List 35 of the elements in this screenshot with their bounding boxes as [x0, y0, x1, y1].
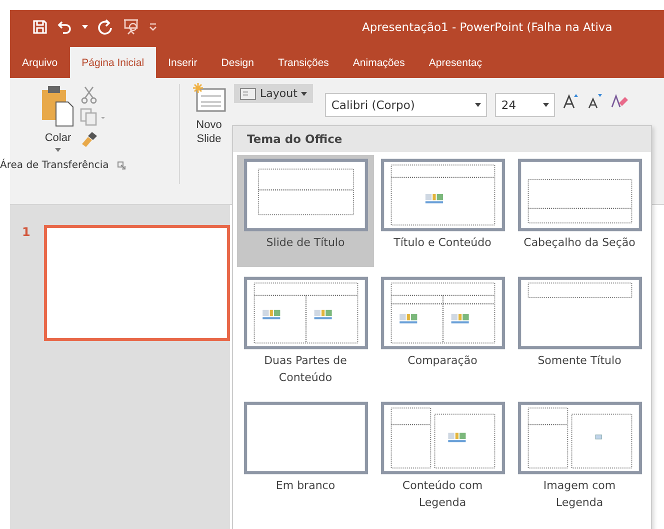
group-label: Área de Transferência — [0, 160, 109, 171]
slide-thumbnail[interactable] — [44, 225, 230, 341]
caret-icon — [475, 103, 482, 107]
expand-icon[interactable] — [116, 161, 126, 170]
caret-icon — [301, 92, 308, 96]
ribbon-tab[interactable]: Arquivo — [10, 47, 70, 78]
window-title: Apresentação1 - PowerPoint (Falha na Ativa — [362, 20, 612, 34]
caret-icon[interactable] — [82, 25, 88, 29]
slide-number: 1 — [22, 225, 30, 241]
menu-heading: Tema do Office — [247, 132, 342, 146]
ribbon-tab[interactable]: Apresentaç — [416, 47, 494, 78]
clipboard-icon — [40, 84, 76, 128]
caret-icon — [55, 148, 61, 152]
paste-button[interactable]: Colar — [40, 84, 76, 152]
clear-format-icon[interactable] — [611, 93, 630, 109]
layout-icon — [240, 88, 256, 100]
presenter-icon[interactable] — [122, 18, 140, 36]
caret-icon — [543, 103, 550, 107]
save-icon[interactable] — [32, 19, 48, 35]
shrink-font-icon[interactable] — [587, 93, 604, 109]
ribbon-tab[interactable]: Página Inicial — [70, 47, 156, 78]
font-size-field[interactable]: 24 — [495, 93, 556, 117]
font-family-field[interactable]: Calibri (Corpo) — [325, 93, 488, 117]
layout-option[interactable]: Slide de Título — [237, 155, 374, 267]
undo-icon[interactable] — [57, 19, 73, 35]
layout-button[interactable]: Layout — [234, 84, 314, 103]
new-slide-icon — [192, 82, 226, 114]
customize-icon[interactable] — [149, 22, 157, 32]
ribbon-tab[interactable]: Animações — [340, 47, 417, 78]
brush-icon[interactable] — [80, 130, 100, 148]
ribbon-tab[interactable]: Transições — [266, 47, 341, 78]
grow-font-icon[interactable] — [563, 93, 580, 109]
ribbon-tab[interactable]: Design — [209, 47, 266, 78]
redo-icon[interactable] — [97, 19, 113, 35]
ribbon-tab[interactable]: Inserir — [156, 47, 210, 78]
